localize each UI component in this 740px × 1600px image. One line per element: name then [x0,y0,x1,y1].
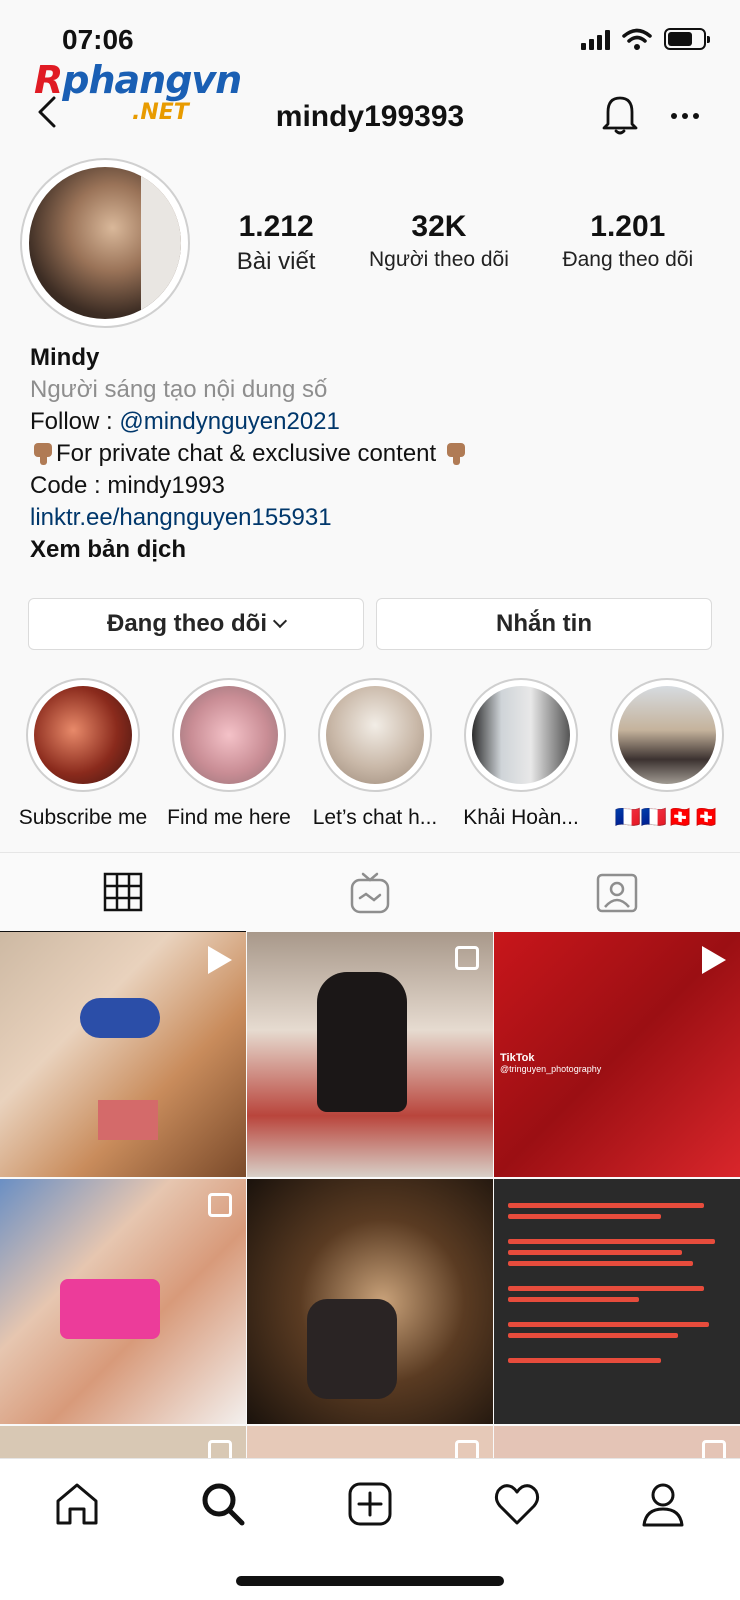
tab-igtv[interactable] [247,853,493,933]
posts-grid: TikTok @tringuyen_photography [0,932,740,1458]
post-thumbnail[interactable]: TikTok @tringuyen_photography [494,932,740,1177]
highlight-label: Subscribe me [18,806,148,829]
carousel-icon [455,946,479,970]
highlight-item[interactable]: Let’s chat h... [302,678,448,830]
video-icon [208,946,232,974]
stat-label: Người theo dõi [369,248,509,271]
post-thumbnail[interactable] [247,1426,493,1458]
more-icon[interactable] [670,112,700,120]
mention-link[interactable]: @mindynguyen2021 [119,408,340,435]
bottom-navigation [0,1458,740,1600]
carousel-icon [208,1440,232,1458]
stat-value: 1.212 [238,210,314,243]
highlight-label: Let’s chat h... [312,806,438,829]
stat-value: 32K [411,210,467,243]
post-thumbnail[interactable] [494,1179,740,1424]
heart-icon[interactable] [492,1479,542,1529]
following-button[interactable]: Đang theo dõi [28,598,364,650]
post-thumbnail[interactable] [247,1179,493,1424]
highlight-label: 🇫🇷🇫🇷🇨🇭🇨🇭 [614,806,720,829]
bell-icon[interactable] [600,92,640,136]
tiktok-label: TikTok [500,1052,535,1064]
chevron-down-icon [272,613,288,629]
following-label: Đang theo dõi [107,610,267,637]
carousel-icon [455,1440,479,1458]
profile-stats: 1.212 Bài viết 32K Người theo dõi 1.201 … [210,210,720,276]
add-icon[interactable] [345,1479,395,1529]
profile-bio: Mindy Người sáng tạo nội dung số Follow … [30,342,710,566]
highlight-item[interactable]: Find me here [156,678,302,830]
pointing-down-icon [443,441,469,465]
story-highlights: Subscribe me Find me here Let’s chat h..… [0,678,740,830]
post-thumbnail[interactable] [0,1426,246,1458]
wifi-icon [622,28,652,50]
code-line: Code : mindy1993 [30,472,225,499]
highlight-label: Find me here [167,806,291,829]
grid-icon [103,872,143,912]
tab-tagged[interactable] [494,853,740,933]
tiktok-watermark: TikTok @tringuyen_photography [500,1052,601,1074]
follow-prefix: Follow : [30,408,120,435]
category-label: Người sáng tạo nội dung số [30,376,328,403]
highlight-item[interactable]: Subscribe me [10,678,156,830]
post-thumbnail[interactable] [247,932,493,1177]
home-indicator[interactable] [236,1576,504,1586]
profile-header: mindy199393 [0,90,740,146]
status-icons [581,28,710,50]
status-time: 07:06 [62,24,134,55]
bio-link[interactable]: linktr.ee/hangnguyen155931 [30,502,710,534]
igtv-icon [350,872,390,914]
highlight-label: Khải Hoàn... [463,806,579,829]
stat-following[interactable]: 1.201 Đang theo dõi [562,210,693,276]
stat-label: Bài viết [236,248,316,275]
highlight-item[interactable]: 🇫🇷🇫🇷🇨🇭🇨🇭 [594,678,740,830]
translate-link[interactable]: Xem bản dịch [30,534,710,566]
follow-line: Follow : @mindynguyen2021 [30,406,710,438]
profile-summary: 1.212 Bài viết 32K Người theo dõi 1.201 … [20,158,720,328]
carousel-icon [208,1193,232,1217]
battery-icon [664,28,710,50]
tagged-icon [596,873,638,913]
stat-posts[interactable]: 1.212 Bài viết [237,210,316,276]
profile-icon[interactable] [638,1479,688,1529]
message-label: Nhắn tin [496,610,592,637]
tab-posts[interactable] [0,853,246,933]
stat-followers[interactable]: 32K Người theo dõi [369,210,509,276]
message-button[interactable]: Nhắn tin [376,598,712,650]
highlight-item[interactable]: Khải Hoàn... [448,678,594,830]
post-thumbnail[interactable] [0,932,246,1177]
private-text: For private chat & exclusive content [56,440,437,467]
profile-tabs [0,852,740,933]
home-icon[interactable] [52,1479,102,1529]
display-name: Mindy [30,344,100,371]
stat-label: Đang theo dõi [562,248,694,271]
carousel-icon [702,1440,726,1458]
profile-actions: Đang theo dõi Nhắn tin [28,598,712,650]
private-line: For private chat & exclusive content [30,438,710,470]
avatar[interactable] [20,158,190,328]
post-thumbnail[interactable] [0,1179,246,1424]
video-icon [702,946,726,974]
search-icon[interactable] [198,1479,248,1529]
post-thumbnail[interactable] [494,1426,740,1458]
pointing-down-icon [30,441,56,465]
stat-value: 1.201 [590,210,666,243]
tiktok-user: @tringuyen_photography [500,1064,602,1074]
signal-icon [581,30,610,50]
